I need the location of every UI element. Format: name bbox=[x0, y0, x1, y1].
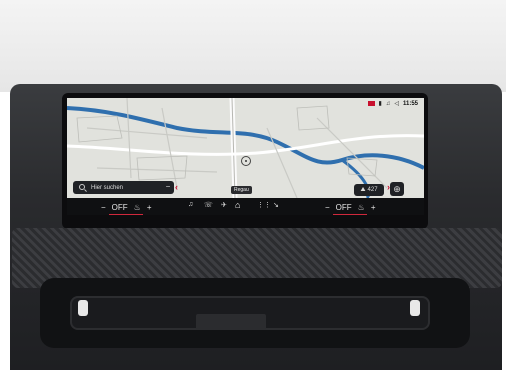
position-marker-icon bbox=[241, 156, 251, 166]
climate-right: − OFF ♨ + bbox=[325, 203, 376, 215]
vent-light-left bbox=[78, 300, 88, 316]
fan-button-icon[interactable]: ✈ bbox=[221, 201, 227, 209]
climate-left-indicator bbox=[109, 214, 143, 215]
gps-value: 427 bbox=[367, 187, 378, 193]
navigation-button-icon[interactable]: ↘ bbox=[273, 201, 279, 209]
home-button-icon[interactable]: ⌂ bbox=[235, 200, 240, 210]
position-label: Regau bbox=[231, 186, 252, 194]
seat-heat-icon[interactable]: ♨ bbox=[134, 203, 141, 212]
clock: 11:55 bbox=[402, 100, 418, 107]
status-bar: ▮ ♫ ◁ 11:55 bbox=[367, 100, 418, 107]
vent-control[interactable] bbox=[196, 314, 266, 330]
climate-right-minus[interactable]: − bbox=[325, 203, 330, 212]
media-icon: ♫ bbox=[385, 100, 391, 107]
background-wall bbox=[0, 0, 506, 92]
climate-left-value[interactable]: OFF bbox=[112, 203, 128, 212]
media-button-icon[interactable]: ♫ bbox=[188, 201, 193, 208]
climate-left-plus[interactable]: + bbox=[147, 203, 152, 212]
climate-right-plus[interactable]: + bbox=[371, 203, 376, 212]
recording-icon bbox=[367, 101, 375, 106]
zoom-out-button[interactable]: − bbox=[162, 181, 174, 194]
poi-button[interactable]: ⊕ bbox=[390, 182, 404, 196]
vent-light-right bbox=[410, 300, 420, 316]
apps-button-icon[interactable]: ⋮⋮ bbox=[257, 201, 271, 209]
climate-left: − OFF ♨ + bbox=[101, 203, 152, 215]
infotainment-screen: ▮ ♫ ◁ 11:55 Hier suchen − ‹ Regau ⛰ 427 … bbox=[67, 98, 424, 215]
chevron-left-icon[interactable]: ‹ bbox=[175, 182, 178, 192]
climate-right-value[interactable]: OFF bbox=[336, 203, 352, 212]
search-icon bbox=[79, 184, 85, 190]
phone-button-icon[interactable]: ☏ bbox=[204, 201, 213, 209]
search-placeholder: Hier suchen bbox=[91, 184, 124, 191]
signal-icon: ▮ bbox=[378, 101, 382, 107]
volume-icon: ◁ bbox=[394, 101, 399, 107]
climate-right-indicator bbox=[333, 214, 367, 215]
climate-left-minus[interactable]: − bbox=[101, 203, 106, 212]
mountain-icon: ⛰ bbox=[360, 186, 366, 193]
search-field[interactable]: Hier suchen bbox=[73, 181, 169, 194]
gps-chip[interactable]: ⛰ 427 bbox=[354, 184, 384, 196]
seat-heat-right-icon[interactable]: ♨ bbox=[358, 203, 365, 212]
